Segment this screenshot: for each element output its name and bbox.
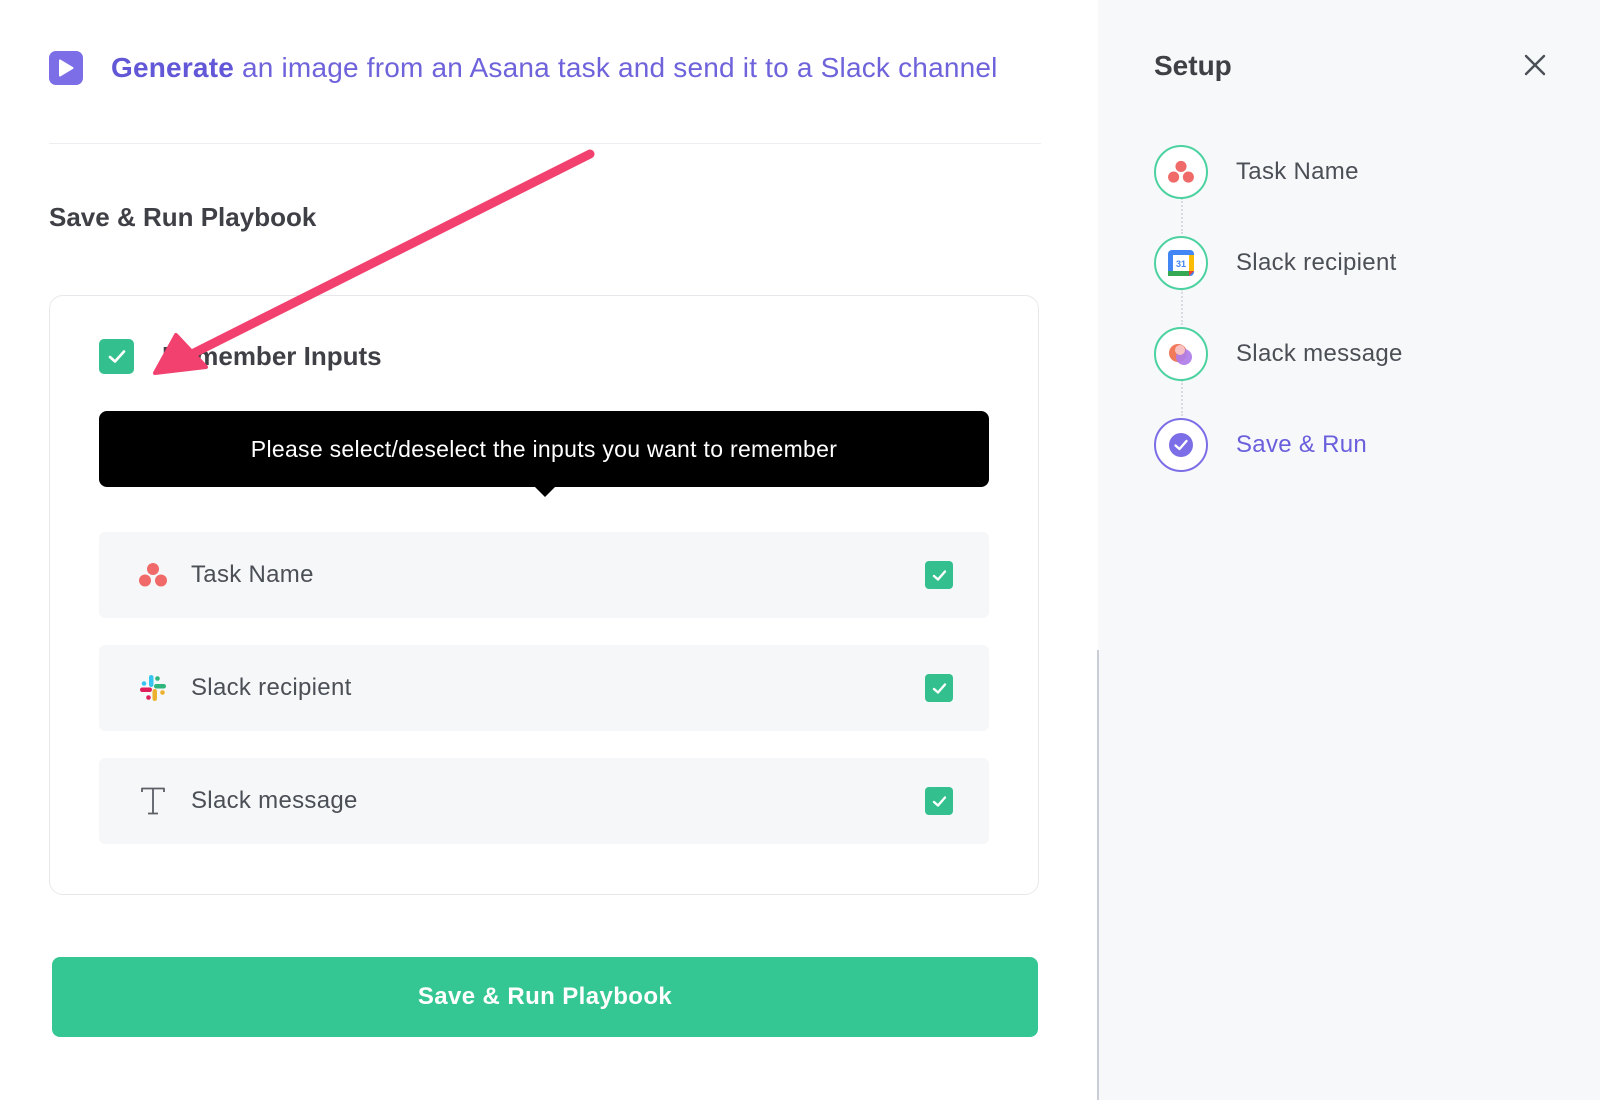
remember-inputs-card: Remember Inputs Please select/deselect t… <box>49 295 1039 895</box>
remember-inputs-row[interactable]: Remember Inputs <box>99 339 382 374</box>
step-connector <box>1181 198 1183 234</box>
input-label: Slack recipient <box>191 674 352 701</box>
step-connector <box>1181 380 1183 416</box>
save-run-playbook-button[interactable]: Save & Run Playbook <box>52 957 1038 1037</box>
step-connector <box>1181 289 1183 325</box>
input-label: Slack message <box>191 787 358 814</box>
header-divider <box>49 143 1041 144</box>
input-row-slack-message: Slack message <box>99 758 989 844</box>
check-icon <box>932 795 946 807</box>
step-task-name[interactable]: Task Name <box>1154 145 1359 199</box>
title-rest: an image from an Asana task and send it … <box>234 52 998 83</box>
playbook-header: Generate an image from an Asana task and… <box>49 48 998 88</box>
remember-inputs-label: Remember Inputs <box>162 341 382 371</box>
asana-icon <box>133 562 173 588</box>
slack-message-checkbox[interactable] <box>925 787 953 815</box>
check-icon <box>108 350 125 363</box>
slack-recipient-checkbox[interactable] <box>925 674 953 702</box>
step-label: Slack message <box>1236 340 1403 367</box>
setup-sidebar: Setup Task Name 31 Slack recipient Slack… <box>1098 0 1600 1100</box>
step-slack-recipient[interactable]: 31 Slack recipient <box>1154 236 1397 290</box>
text-icon <box>133 786 173 816</box>
app-icon <box>1154 327 1208 381</box>
main-panel: Generate an image from an Asana task and… <box>0 0 1098 1100</box>
svg-text:31: 31 <box>1176 259 1186 269</box>
play-icon <box>49 51 83 85</box>
section-title: Save & Run Playbook <box>49 202 317 232</box>
asana-icon <box>1154 145 1208 199</box>
calendar-icon: 31 <box>1154 236 1208 290</box>
step-save-run[interactable]: Save & Run <box>1154 418 1367 472</box>
playbook-title: Generate an image from an Asana task and… <box>111 52 998 84</box>
check-icon <box>932 682 946 694</box>
tooltip-text: Please select/deselect the inputs you wa… <box>250 435 838 462</box>
input-row-task-name: Task Name <box>99 532 989 618</box>
task-name-checkbox[interactable] <box>925 561 953 589</box>
tooltip: Please select/deselect the inputs you wa… <box>99 411 989 497</box>
step-label: Slack recipient <box>1236 249 1397 276</box>
setup-title: Setup <box>1154 50 1232 81</box>
step-slack-message[interactable]: Slack message <box>1154 327 1403 381</box>
slack-icon <box>133 673 173 703</box>
remember-inputs-checkbox[interactable] <box>99 339 134 374</box>
input-row-slack-recipient: Slack recipient <box>99 645 989 731</box>
check-icon <box>932 569 946 581</box>
title-verb: Generate <box>111 52 234 83</box>
close-icon[interactable] <box>1522 52 1548 78</box>
sidebar-border <box>1097 650 1099 1100</box>
tooltip-tail <box>534 486 556 497</box>
input-label: Task Name <box>191 561 314 588</box>
check-circle-icon <box>1154 418 1208 472</box>
step-label: Task Name <box>1236 158 1359 185</box>
step-label: Save & Run <box>1236 431 1368 458</box>
